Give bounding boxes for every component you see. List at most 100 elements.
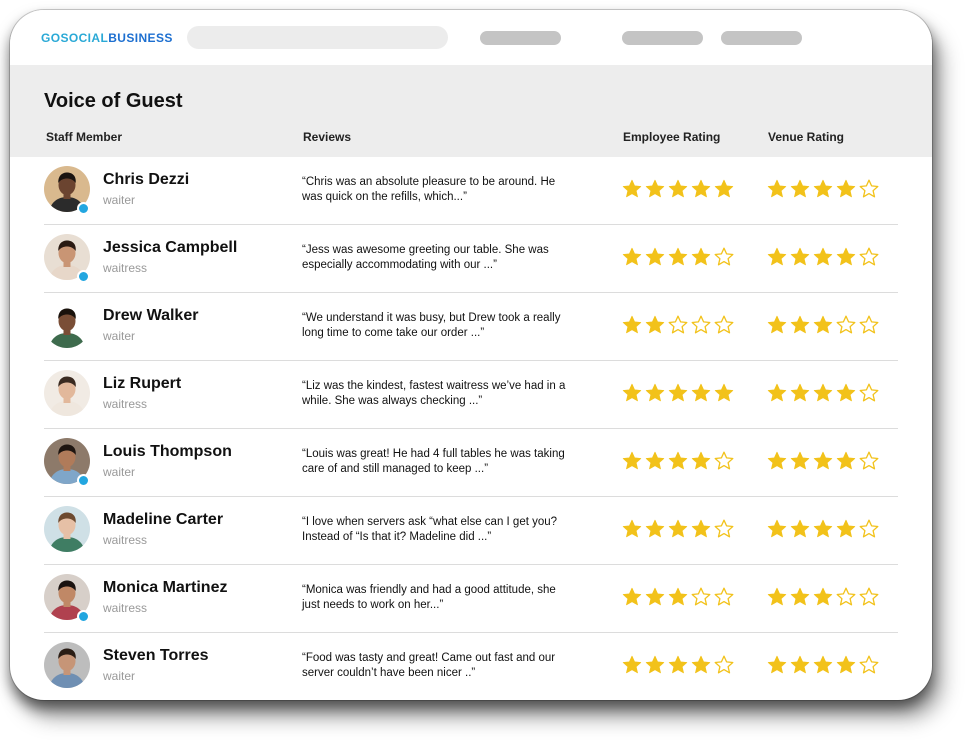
staff-role: waitress bbox=[103, 601, 148, 615]
star-outline-icon bbox=[836, 315, 856, 334]
employee-rating-stars bbox=[622, 587, 734, 606]
star-filled-icon bbox=[813, 587, 833, 606]
staff-row[interactable]: Louis Thompson waiter “Louis was great! He… bbox=[10, 429, 932, 497]
star-filled-icon bbox=[622, 247, 642, 266]
star-outline-icon bbox=[859, 315, 879, 334]
staff-name[interactable]: Drew Walker bbox=[103, 307, 198, 325]
star-filled-icon bbox=[668, 179, 688, 198]
star-filled-icon bbox=[622, 451, 642, 470]
venue-rating-stars bbox=[767, 179, 879, 198]
column-header-employee-rating: Employee Rating bbox=[623, 130, 721, 144]
star-filled-icon bbox=[836, 383, 856, 402]
venue-rating-stars bbox=[767, 247, 879, 266]
star-filled-icon bbox=[645, 519, 665, 538]
review-snippet[interactable]: “Jess was awesome greeting our table. Sh… bbox=[302, 243, 572, 273]
star-filled-icon bbox=[790, 587, 810, 606]
star-filled-icon bbox=[767, 587, 787, 606]
star-filled-icon bbox=[691, 451, 711, 470]
brand-logo[interactable]: GOSOCIALBUSINESS bbox=[41, 31, 173, 45]
review-snippet[interactable]: “Food was tasty and great! Came out fast… bbox=[302, 651, 572, 681]
star-filled-icon bbox=[622, 655, 642, 674]
star-filled-icon bbox=[790, 247, 810, 266]
search-bar-placeholder[interactable] bbox=[187, 26, 448, 49]
star-filled-icon bbox=[767, 179, 787, 198]
staff-row[interactable]: Chris Dezzi waiter “Chris was an absolute … bbox=[10, 157, 932, 225]
staff-row[interactable]: Liz Rupert waitress “Liz was the kindest, … bbox=[10, 361, 932, 429]
staff-role: waitress bbox=[103, 261, 148, 275]
staff-role: waiter bbox=[103, 669, 136, 683]
nav-item-placeholder[interactable] bbox=[622, 31, 703, 45]
staff-name[interactable]: Chris Dezzi bbox=[103, 171, 189, 189]
staff-name[interactable]: Louis Thompson bbox=[103, 443, 232, 461]
review-snippet[interactable]: “Louis was great! He had 4 full tables h… bbox=[302, 447, 572, 477]
top-navigation-bar: GOSOCIALBUSINESS bbox=[10, 10, 932, 65]
star-filled-icon bbox=[836, 519, 856, 538]
online-status-icon bbox=[77, 610, 90, 623]
star-filled-icon bbox=[790, 655, 810, 674]
star-filled-icon bbox=[790, 383, 810, 402]
star-filled-icon bbox=[691, 383, 711, 402]
star-filled-icon bbox=[691, 519, 711, 538]
star-filled-icon bbox=[668, 451, 688, 470]
staff-row[interactable]: Drew Walker waiter “We understand it was b… bbox=[10, 293, 932, 361]
nav-item-placeholder[interactable] bbox=[721, 31, 802, 45]
review-snippet[interactable]: “I love when servers ask “what else can … bbox=[302, 515, 572, 545]
star-filled-icon bbox=[813, 383, 833, 402]
star-filled-icon bbox=[767, 315, 787, 334]
star-filled-icon bbox=[622, 519, 642, 538]
star-filled-icon bbox=[645, 587, 665, 606]
staff-role: waiter bbox=[103, 329, 136, 343]
review-snippet[interactable]: “We understand it was busy, but Drew too… bbox=[302, 311, 572, 341]
brand-logo-prefix: GOSOCIAL bbox=[41, 31, 109, 45]
star-filled-icon bbox=[668, 519, 688, 538]
venue-rating-stars bbox=[767, 383, 879, 402]
star-filled-icon bbox=[813, 451, 833, 470]
staff-row[interactable]: Madeline Carter waitress “I love when serv… bbox=[10, 497, 932, 565]
review-snippet[interactable]: “Chris was an absolute pleasure to be ar… bbox=[302, 175, 572, 205]
star-filled-icon bbox=[691, 247, 711, 266]
employee-rating-stars bbox=[622, 519, 734, 538]
online-status-icon bbox=[77, 202, 90, 215]
staff-name[interactable]: Liz Rupert bbox=[103, 375, 181, 393]
column-header-staff: Staff Member bbox=[46, 130, 123, 144]
star-outline-icon bbox=[859, 587, 879, 606]
star-filled-icon bbox=[813, 179, 833, 198]
venue-rating-stars bbox=[767, 655, 879, 674]
online-status-icon bbox=[77, 270, 90, 283]
star-filled-icon bbox=[645, 451, 665, 470]
avatar bbox=[44, 302, 90, 348]
staff-name[interactable]: Jessica Campbell bbox=[103, 239, 237, 257]
star-outline-icon bbox=[714, 655, 734, 674]
star-outline-icon bbox=[836, 587, 856, 606]
star-filled-icon bbox=[813, 247, 833, 266]
employee-rating-stars bbox=[622, 655, 734, 674]
review-snippet[interactable]: “Liz was the kindest, fastest waitress w… bbox=[302, 379, 572, 409]
star-filled-icon bbox=[767, 247, 787, 266]
star-filled-icon bbox=[668, 655, 688, 674]
star-filled-icon bbox=[836, 179, 856, 198]
venue-rating-stars bbox=[767, 519, 879, 538]
review-snippet[interactable]: “Monica was friendly and had a good atti… bbox=[302, 583, 572, 613]
star-outline-icon bbox=[859, 247, 879, 266]
staff-name[interactable]: Madeline Carter bbox=[103, 511, 223, 529]
page-title: Voice of Guest bbox=[44, 90, 183, 112]
staff-name[interactable]: Monica Martinez bbox=[103, 579, 227, 597]
star-filled-icon bbox=[622, 179, 642, 198]
star-filled-icon bbox=[790, 315, 810, 334]
star-filled-icon bbox=[714, 383, 734, 402]
employee-rating-stars bbox=[622, 179, 734, 198]
star-outline-icon bbox=[714, 315, 734, 334]
app-window: GOSOCIALBUSINESS Voice of Guest Staff Me… bbox=[10, 10, 932, 700]
venue-rating-stars bbox=[767, 451, 879, 470]
staff-name[interactable]: Steven Torres bbox=[103, 647, 209, 665]
employee-rating-stars bbox=[622, 247, 734, 266]
star-filled-icon bbox=[813, 655, 833, 674]
avatar bbox=[44, 370, 90, 416]
staff-row[interactable]: Steven Torres waiter “Food was tasty and g… bbox=[10, 633, 932, 700]
star-outline-icon bbox=[714, 587, 734, 606]
staff-row[interactable]: Monica Martinez waitress “Monica was frien… bbox=[10, 565, 932, 633]
nav-item-placeholder[interactable] bbox=[480, 31, 561, 45]
venue-rating-stars bbox=[767, 587, 879, 606]
star-filled-icon bbox=[668, 247, 688, 266]
staff-row[interactable]: Jessica Campbell waitress “Jess was awesom… bbox=[10, 225, 932, 293]
